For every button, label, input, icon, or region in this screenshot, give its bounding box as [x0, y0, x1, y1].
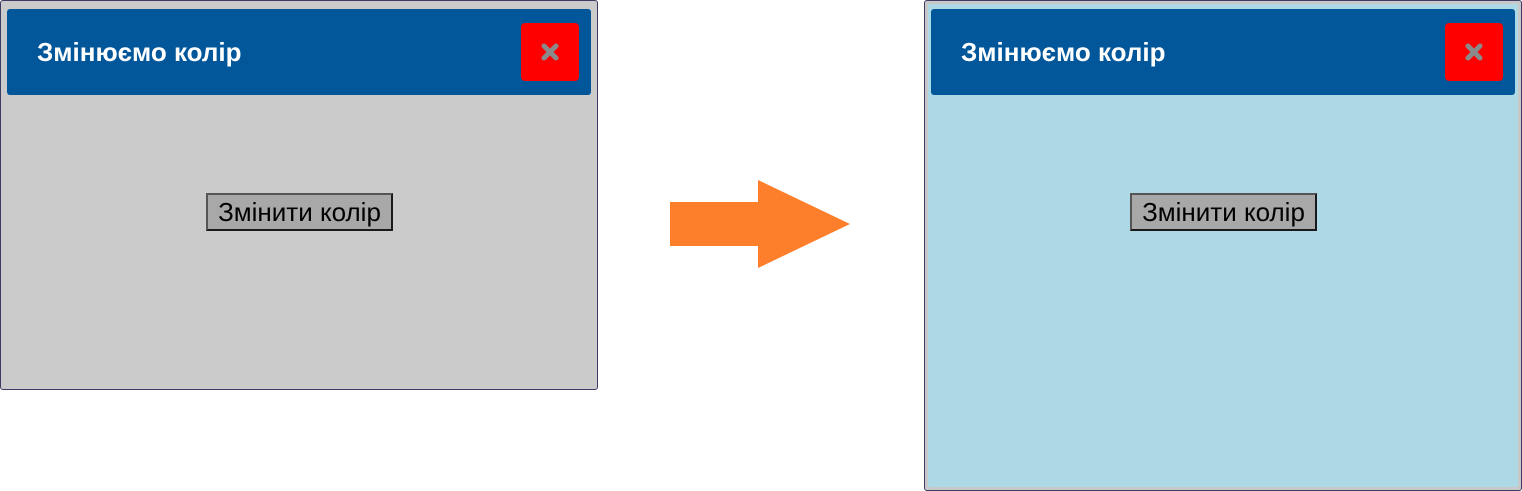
- change-color-button[interactable]: Змінити колір: [1130, 193, 1317, 231]
- close-button[interactable]: [1445, 23, 1503, 81]
- change-color-button[interactable]: Змінити колір: [206, 193, 393, 231]
- arrow-right-icon: [670, 180, 850, 268]
- window-title: Змінюємо колір: [37, 37, 242, 67]
- title-bar: Змінюємо колір: [7, 9, 591, 95]
- dialog-after: Змінюємо колір Змінити колір: [924, 0, 1522, 491]
- close-button[interactable]: [521, 23, 579, 81]
- close-icon: [1465, 43, 1483, 61]
- window-title: Змінюємо колір: [961, 37, 1166, 67]
- title-bar: Змінюємо колір: [931, 9, 1515, 95]
- dialog-before: Змінюємо колір Змінити колір: [0, 0, 598, 390]
- close-icon: [541, 43, 559, 61]
